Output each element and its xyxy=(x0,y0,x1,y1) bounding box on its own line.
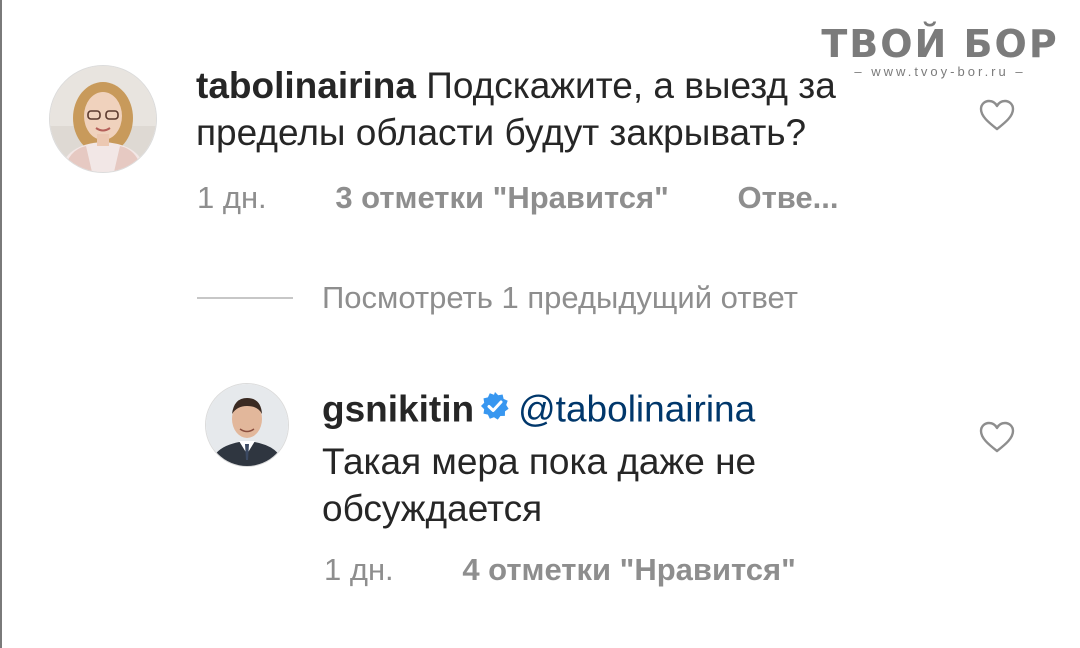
avatar-gsnikitin[interactable] xyxy=(205,383,289,467)
replies-divider xyxy=(197,297,293,299)
watermark-url: – www.tvoy-bor.ru – xyxy=(854,64,1026,79)
comment-2-time: 1 дн. xyxy=(324,552,394,587)
comment-2-username[interactable]: gsnikitin xyxy=(322,388,474,429)
comment-1-text-line2: пределы области будут закрывать? xyxy=(196,112,807,153)
avatar-tabolinairina[interactable] xyxy=(49,65,157,173)
watermark: ТВОЙ БОР – www.tvoy-bor.ru – xyxy=(820,24,1060,79)
comment-2-text-line2: обсуждается xyxy=(322,488,543,529)
comment-1-likes-link[interactable]: 3 отметки "Нравится" xyxy=(335,180,669,215)
comment-1-username[interactable]: tabolinairina xyxy=(196,65,416,106)
comment-2-body: gsnikitin @tabolinairina Такая мера пока… xyxy=(322,385,962,532)
view-previous-replies[interactable]: Посмотреть 1 предыдущий ответ xyxy=(322,280,798,316)
comment-1-text-line1: Подскажите, а выезд за xyxy=(426,65,836,106)
verified-badge-icon xyxy=(480,385,510,432)
comment-1-meta: 1 дн. 3 отметки "Нравится" Отве... xyxy=(197,180,838,216)
like-heart-icon[interactable] xyxy=(978,98,1016,137)
like-heart-icon[interactable] xyxy=(978,420,1016,459)
comment-2-mention[interactable]: @tabolinairina xyxy=(518,388,755,429)
watermark-title: ТВОЙ БОР xyxy=(821,22,1059,66)
comment-2-meta: 1 дн. 4 отметки "Нравится" xyxy=(324,552,796,588)
comment-2-text-line1: Такая мера пока даже не xyxy=(322,441,757,482)
comment-2: gsnikitin @tabolinairina Такая мера пока… xyxy=(322,385,962,532)
comment-1-reply-button[interactable]: Отве... xyxy=(737,180,838,215)
left-border xyxy=(0,0,2,648)
comment-1-time: 1 дн. xyxy=(197,180,267,215)
comment-2-likes-link[interactable]: 4 отметки "Нравится" xyxy=(462,552,796,587)
